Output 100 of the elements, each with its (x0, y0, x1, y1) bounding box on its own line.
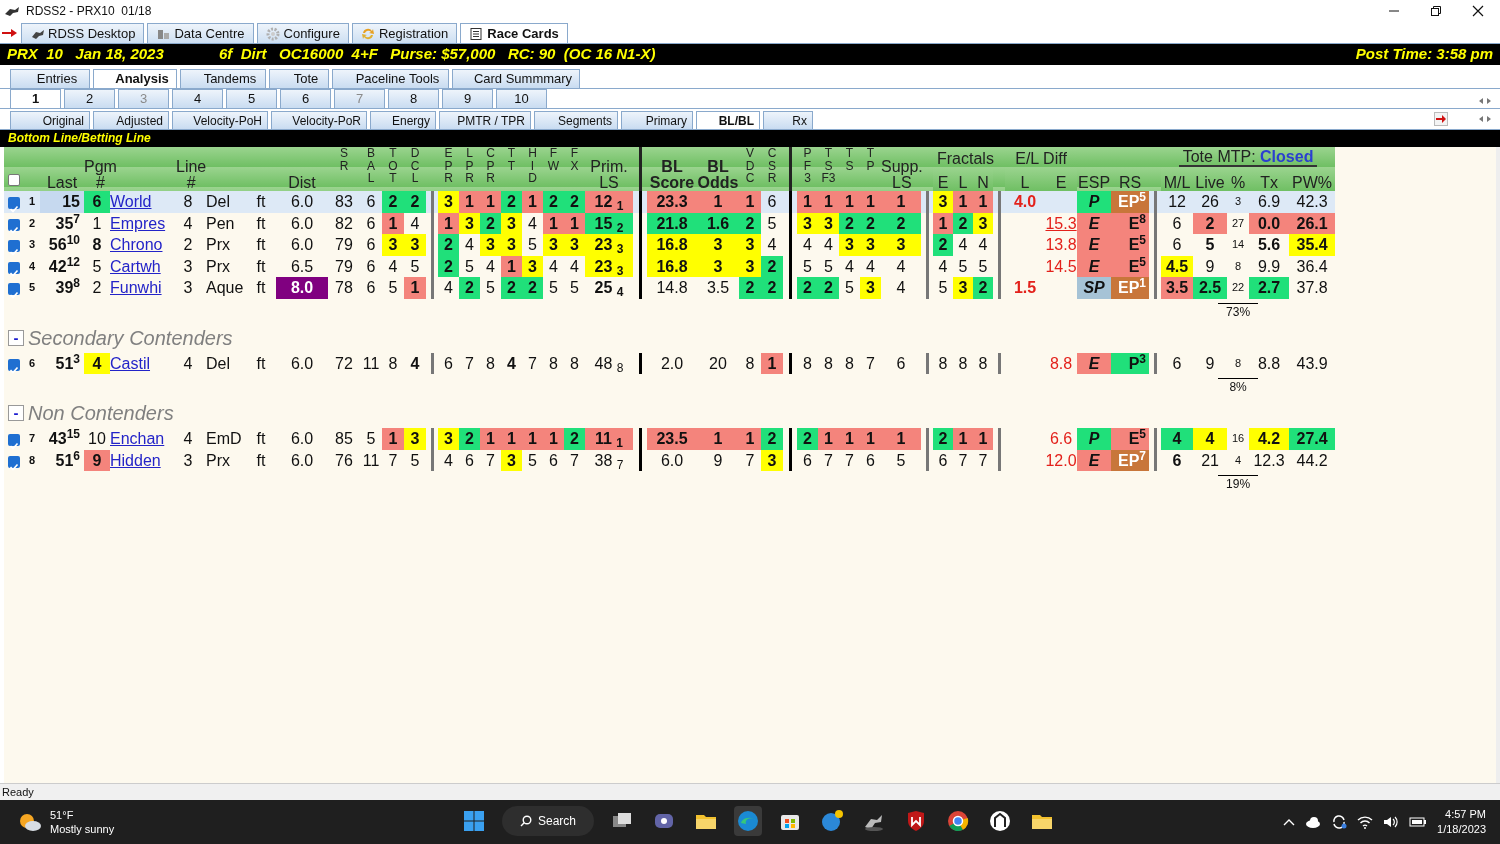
tab[interactable]: Adjusted (93, 111, 169, 129)
tab[interactable]: Segments (534, 111, 618, 129)
horse-name-link[interactable]: World (110, 193, 152, 211)
select-all-checkbox[interactable] (8, 173, 20, 186)
column-header: T T (507, 147, 516, 173)
column-header: E (937, 175, 949, 191)
table-cell: 1 (881, 191, 921, 213)
horse-name-link[interactable]: Funwhi (110, 279, 162, 297)
horse-name-link[interactable]: Enchan (110, 430, 165, 448)
tab[interactable]: Registration (351, 23, 458, 43)
arrow-icon[interactable] (1434, 112, 1448, 126)
row-number: 5 (27, 280, 37, 296)
search-button[interactable]: Search (502, 806, 594, 836)
tab[interactable]: Tote (269, 69, 329, 88)
table-cell: 15.3 (1045, 212, 1078, 234)
column-header: Prim. LS (590, 159, 628, 191)
tab[interactable]: 6 (280, 89, 331, 108)
tab[interactable]: Energy (370, 111, 436, 129)
table-cell-text: 48 $_{8}$ (593, 353, 625, 374)
tab[interactable]: Velocity-PoH (172, 111, 268, 129)
row-checkbox[interactable] (8, 218, 20, 231)
table-cell: 1 (382, 212, 404, 234)
tab[interactable]: Rx (763, 111, 813, 129)
tab[interactable]: Configure (256, 23, 349, 43)
row-checkbox[interactable] (8, 261, 20, 274)
table-cell: 6 (84, 191, 110, 213)
table-cell: 7 (953, 449, 973, 471)
battery-icon[interactable] (1409, 816, 1428, 828)
tab[interactable]: Tandems (180, 69, 266, 88)
scroll-arrows-icon[interactable] (1478, 115, 1492, 123)
browser-icon[interactable] (736, 809, 760, 833)
tab[interactable]: 1 (10, 89, 61, 108)
windows-icon[interactable] (462, 809, 486, 833)
table-cell: 6 (761, 191, 783, 213)
collapse-button[interactable]: - (8, 405, 24, 421)
restore-icon[interactable] (1430, 5, 1442, 17)
table-cell-text: Prx (205, 235, 231, 256)
chrome-icon[interactable] (946, 809, 970, 833)
chevron-up-icon[interactable] (1283, 817, 1296, 827)
tab[interactable]: Data Centre (147, 23, 254, 43)
column-header: Pgm # (84, 159, 117, 191)
row-checkbox[interactable] (8, 455, 20, 468)
weather-text: Mostly sunny (50, 822, 115, 837)
table-cell: 16 (1227, 428, 1250, 450)
table-cell: 9.9 (1249, 255, 1290, 277)
scroll-arrows-icon[interactable] (1478, 97, 1492, 105)
tab[interactable]: Original (10, 111, 90, 129)
tab[interactable]: BL/BL (696, 111, 760, 129)
race-conditions: 6f Dirt OC16000 4+F Purse: $57,000 RC: 90 (OC 16 N1-X) (219, 44, 656, 65)
column-header: T S F3 (821, 147, 836, 185)
tab[interactable]: Race Cards (460, 23, 568, 43)
table-cell: 2 (404, 191, 426, 213)
table-cell: 2 (761, 277, 783, 299)
row-checkbox[interactable] (8, 358, 20, 371)
row-number: 1 (24, 191, 40, 213)
search-icon (520, 815, 532, 827)
table-cell: 6 (543, 449, 564, 471)
horse-name-link[interactable]: Castil (110, 354, 150, 372)
table-cell: 4 (973, 234, 994, 256)
help-icon[interactable] (820, 809, 844, 833)
table-cell-text: 3 (182, 450, 194, 471)
table-cell: 7 (818, 449, 839, 471)
horse-name-link[interactable]: Hidden (110, 451, 161, 469)
tab[interactable]: PMTR / TPR (439, 111, 531, 129)
tab[interactable]: 4 (172, 89, 223, 108)
tab[interactable]: 9 (442, 89, 493, 108)
table-cell: E (1077, 352, 1112, 374)
tab[interactable]: Card Summmary (452, 69, 580, 88)
horse-name-link[interactable]: Cartwh (110, 257, 161, 275)
horse-name-link[interactable]: Empres (110, 214, 166, 232)
tab[interactable]: Entries (10, 69, 90, 88)
table-cell: 1 (564, 212, 585, 234)
tab[interactable]: 5 (226, 89, 277, 108)
table-cell: 4 (543, 255, 564, 277)
app-icon[interactable] (988, 809, 1012, 833)
table-cell: 2 (933, 428, 953, 450)
tab[interactable]: 2 (64, 89, 115, 108)
speaker-icon[interactable] (1383, 815, 1400, 829)
table-cell: P$^{3}$ (1111, 352, 1150, 374)
collapse-button[interactable]: - (8, 329, 24, 346)
cloud-icon[interactable] (1305, 816, 1322, 828)
tab[interactable]: Analysis (93, 69, 177, 88)
close-icon[interactable] (1472, 5, 1484, 17)
table-cell: 5.6 (1249, 234, 1290, 256)
table-cell: 3 (697, 255, 739, 277)
tab[interactable]: Paceline Tools (332, 69, 449, 88)
table-cell: 4 (1193, 428, 1228, 450)
tab[interactable]: Primary (621, 111, 693, 129)
tab[interactable]: Velocity-PoR (271, 111, 367, 129)
table-cell: E (1077, 212, 1112, 234)
tab[interactable]: 10 (496, 89, 547, 108)
tab[interactable]: RDSS Desktop (21, 23, 145, 43)
tab[interactable]: 8 (388, 89, 439, 108)
wifi-icon[interactable] (1357, 815, 1374, 829)
sync-icon[interactable] (1331, 814, 1348, 830)
horse-name-link[interactable]: Chrono (110, 236, 163, 254)
column-header: RS (1118, 175, 1142, 191)
section-title: Secondary Contenders (28, 326, 233, 349)
table-cell: 3 (404, 234, 426, 256)
table-cell: 8.0 (276, 277, 328, 299)
